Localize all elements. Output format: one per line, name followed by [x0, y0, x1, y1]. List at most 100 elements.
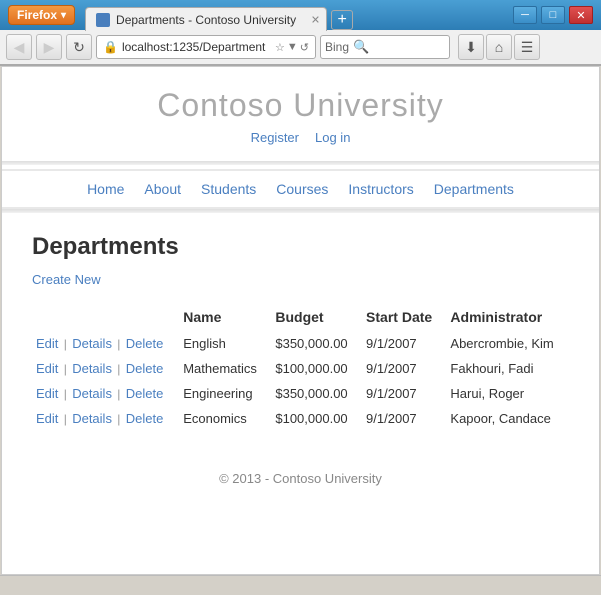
address-text: localhost:1235/Department: [122, 40, 265, 54]
dept-budget: $350,000.00: [271, 381, 362, 406]
register-link[interactable]: Register: [251, 130, 299, 145]
tab-close-icon[interactable]: ✕: [311, 13, 320, 26]
tab-title: Departments - Contoso University: [116, 13, 296, 27]
row-actions: Edit | Details | Delete: [32, 331, 179, 356]
tab-bar: Departments - Contoso University ✕ +: [85, 0, 353, 30]
table-row: Edit | Details | DeleteEconomics$100,000…: [32, 406, 569, 431]
empty-header: [32, 303, 179, 331]
delete-link[interactable]: Delete: [126, 411, 164, 426]
window-controls: ─ □ ✕: [513, 6, 593, 24]
search-bar[interactable]: Bing 🔍: [320, 35, 450, 59]
footer-text: © 2013 - Contoso University: [219, 471, 382, 486]
status-bar: [0, 575, 601, 595]
login-link[interactable]: Log in: [315, 130, 350, 145]
dept-name: Economics: [179, 406, 271, 431]
row-actions: Edit | Details | Delete: [32, 381, 179, 406]
dept-start-date: 9/1/2007: [362, 331, 446, 356]
active-tab[interactable]: Departments - Contoso University ✕: [85, 7, 327, 31]
details-link[interactable]: Details: [72, 361, 112, 376]
home-button[interactable]: ⌂: [486, 34, 512, 60]
navigation-bar: ◀ ▶ ↻ 🔒 localhost:1235/Department ☆ ▼ ↺ …: [0, 30, 601, 66]
create-new-link[interactable]: Create New: [32, 272, 101, 287]
reload-icon[interactable]: ↺: [300, 41, 309, 54]
row-actions: Edit | Details | Delete: [32, 406, 179, 431]
table-row: Edit | Details | DeleteEnglish$350,000.0…: [32, 331, 569, 356]
delete-link[interactable]: Delete: [126, 361, 164, 376]
edit-link[interactable]: Edit: [36, 336, 58, 351]
nav-departments[interactable]: Departments: [434, 181, 514, 197]
dept-name: Mathematics: [179, 356, 271, 381]
forward-button[interactable]: ▶: [36, 34, 62, 60]
separator: |: [114, 387, 124, 401]
dept-start-date: 9/1/2007: [362, 356, 446, 381]
table-row: Edit | Details | DeleteMathematics$100,0…: [32, 356, 569, 381]
tab-favicon: [96, 13, 110, 27]
browser-content: Contoso University Register Log in Home …: [1, 66, 600, 575]
admin-header: Administrator: [446, 303, 569, 331]
separator: |: [114, 412, 124, 426]
page-heading: Departments: [32, 233, 569, 261]
menu-button[interactable]: ☰: [514, 34, 540, 60]
address-dropdown-icon[interactable]: ▼: [287, 41, 298, 54]
table-row: Edit | Details | DeleteEngineering$350,0…: [32, 381, 569, 406]
edit-link[interactable]: Edit: [36, 386, 58, 401]
delete-link[interactable]: Delete: [126, 386, 164, 401]
restore-button[interactable]: □: [541, 6, 565, 24]
dept-budget: $100,000.00: [271, 356, 362, 381]
site-nav: Home About Students Courses Instructors …: [2, 169, 599, 209]
dept-budget: $350,000.00: [271, 331, 362, 356]
name-header: Name: [179, 303, 271, 331]
site-header: Contoso University Register Log in: [2, 67, 599, 161]
titlebar: Firefox Departments - Contoso University…: [0, 0, 601, 30]
address-lock-icon: 🔒: [103, 40, 118, 54]
minimize-button[interactable]: ─: [513, 6, 537, 24]
nav-instructors[interactable]: Instructors: [348, 181, 413, 197]
page: Contoso University Register Log in Home …: [2, 67, 599, 574]
header-divider: [2, 161, 599, 165]
dept-start-date: 9/1/2007: [362, 381, 446, 406]
dept-start-date: 9/1/2007: [362, 406, 446, 431]
content-area: Departments Create New Name Budget Start…: [2, 213, 599, 451]
download-button[interactable]: ⬇: [458, 34, 484, 60]
departments-table: Name Budget Start Date Administrator Edi…: [32, 303, 569, 431]
details-link[interactable]: Details: [72, 411, 112, 426]
dept-admin: Fakhouri, Fadi: [446, 356, 569, 381]
delete-link[interactable]: Delete: [126, 336, 164, 351]
separator: |: [114, 337, 124, 351]
firefox-menu-button[interactable]: Firefox: [8, 5, 75, 25]
details-link[interactable]: Details: [72, 336, 112, 351]
separator: |: [60, 387, 70, 401]
close-button[interactable]: ✕: [569, 6, 593, 24]
dept-budget: $100,000.00: [271, 406, 362, 431]
nav-about[interactable]: About: [144, 181, 181, 197]
budget-header: Budget: [271, 303, 362, 331]
separator: |: [60, 412, 70, 426]
dept-admin: Harui, Roger: [446, 381, 569, 406]
search-icon[interactable]: 🔍: [353, 39, 369, 55]
nav-courses[interactable]: Courses: [276, 181, 328, 197]
back-button[interactable]: ◀: [6, 34, 32, 60]
details-link[interactable]: Details: [72, 386, 112, 401]
address-bar[interactable]: 🔒 localhost:1235/Department ☆ ▼ ↺: [96, 35, 316, 59]
nav-right-buttons: ⬇ ⌂ ☰: [458, 34, 540, 60]
dept-name: Engineering: [179, 381, 271, 406]
dept-admin: Abercrombie, Kim: [446, 331, 569, 356]
refresh-button[interactable]: ↻: [66, 34, 92, 60]
separator: |: [60, 337, 70, 351]
auth-links: Register Log in: [12, 130, 589, 145]
site-title: Contoso University: [12, 87, 589, 124]
bookmark-icon[interactable]: ☆: [275, 41, 285, 54]
nav-students[interactable]: Students: [201, 181, 256, 197]
edit-link[interactable]: Edit: [36, 411, 58, 426]
table-header-row: Name Budget Start Date Administrator: [32, 303, 569, 331]
dept-name: English: [179, 331, 271, 356]
row-actions: Edit | Details | Delete: [32, 356, 179, 381]
edit-link[interactable]: Edit: [36, 361, 58, 376]
nav-home[interactable]: Home: [87, 181, 124, 197]
start-date-header: Start Date: [362, 303, 446, 331]
address-bar-icons: ☆ ▼ ↺: [275, 41, 309, 54]
new-tab-button[interactable]: +: [331, 10, 353, 30]
footer: © 2013 - Contoso University: [2, 451, 599, 506]
dept-admin: Kapoor, Candace: [446, 406, 569, 431]
separator: |: [60, 362, 70, 376]
